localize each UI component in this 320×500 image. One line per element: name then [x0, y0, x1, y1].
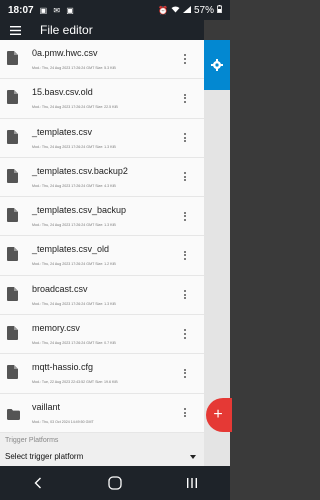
background-header: [204, 20, 230, 40]
more-options-icon[interactable]: [180, 288, 190, 302]
more-options-icon[interactable]: [180, 91, 190, 105]
file-meta: Mod.: Thu, 24 Aug 2023 17:26:24 GMT Size…: [32, 223, 116, 228]
file-item[interactable]: broadcast.csv Mod.: Thu, 24 Aug 2023 17:2…: [0, 276, 204, 316]
hamburger-icon: [9, 25, 21, 35]
status-right: ⏰ 57%: [158, 5, 222, 16]
file-item[interactable]: 15.basv.csv.old Mod.: Thu, 24 Aug 2023 17…: [0, 79, 204, 119]
file-item[interactable]: _templates.csv_old Mod.: Thu, 24 Aug 2023…: [0, 236, 204, 276]
file-icon: [7, 90, 19, 105]
file-icon: [7, 208, 19, 223]
file-meta: Mod.: Thu, 24 Aug 2023 17:26:24 GMT Size…: [32, 144, 116, 149]
status-time: 18:07: [8, 4, 34, 16]
more-options-icon[interactable]: [180, 248, 190, 262]
file-icon: [7, 247, 19, 262]
plus-icon: +: [213, 406, 223, 423]
file-item[interactable]: _templates.csv Mod.: Thu, 24 Aug 2023 17:…: [0, 119, 204, 158]
file-meta: Mod.: Thu, 24 Aug 2023 17:26:24 GMT Size…: [32, 183, 116, 188]
dropdown-arrow-icon[interactable]: [190, 455, 196, 459]
folder-item[interactable]: vaillant Mod.: Thu, 03 Oct 2024 14:49:50 …: [0, 394, 204, 433]
more-options-icon[interactable]: [180, 52, 190, 66]
file-item[interactable]: memory.csv Mod.: Thu, 24 Aug 2023 17:26:2…: [0, 315, 204, 355]
status-bar: 18:07 ▣ ✉ ▣ ⏰ 57%: [0, 0, 230, 20]
signal-icon: [182, 5, 191, 15]
back-chevron-icon: [34, 477, 42, 489]
file-icon: [7, 286, 19, 302]
file-icon: [7, 51, 19, 66]
page-title: File editor: [40, 23, 93, 37]
file-item[interactable]: _templates.csv_backup Mod.: Thu, 24 Aug 2…: [0, 197, 204, 237]
file-meta: Mod.: Thu, 24 Aug 2023 17:26:24 GMT Size…: [32, 301, 116, 306]
file-meta: Mod.: Thu, 24 Aug 2023 17:26:24 GMT Size…: [32, 341, 116, 346]
alarm-icon: ⏰: [158, 5, 168, 15]
menu-button[interactable]: [0, 20, 30, 40]
notification-icons: ▣ ✉ ▣: [39, 5, 76, 15]
file-icon: [7, 129, 19, 145]
app-bar: File editor: [0, 20, 204, 40]
file-item[interactable]: _templates.csv.backup2 Mod.: Thu, 24 Aug …: [0, 158, 204, 198]
trigger-platform-select[interactable]: Select trigger platform: [5, 452, 83, 461]
file-item[interactable]: mqtt-hassio.cfg Mod.: Tue, 22 Aug 2023 22…: [0, 354, 204, 394]
more-options-icon[interactable]: [180, 366, 190, 380]
file-meta: Mod.: Thu, 24 Aug 2023 17:26:24 GMT Size…: [32, 105, 118, 110]
file-name: broadcast.csv: [32, 283, 88, 294]
file-name: memory.csv: [32, 323, 80, 334]
wifi-icon: [171, 6, 180, 15]
settings-button[interactable]: [204, 40, 230, 90]
more-options-icon[interactable]: [180, 170, 190, 184]
battery-level: 57%: [193, 4, 214, 16]
file-name: _templates.csv_old: [32, 244, 110, 255]
folder-icon: [7, 407, 20, 422]
file-item[interactable]: 0a.pmw.hwc.csv Mod.: Thu, 24 Aug 2023 17:…: [0, 40, 204, 80]
file-name: mqtt-hassio.cfg: [32, 362, 94, 373]
file-icon: [7, 326, 19, 341]
file-name: _templates.csv.backup2: [32, 165, 128, 176]
file-meta: Mod.: Thu, 24 Aug 2023 17:26:24 GMT Size…: [32, 66, 116, 70]
more-options-icon[interactable]: [180, 131, 190, 145]
recents-button[interactable]: [182, 473, 202, 493]
add-fab-button[interactable]: +: [206, 398, 232, 432]
trigger-platforms-label: Trigger Platforms: [5, 437, 59, 444]
home-icon: [108, 476, 122, 490]
recents-icon: [186, 478, 197, 488]
background-panel: +: [204, 20, 232, 466]
file-name: vaillant: [32, 401, 61, 412]
file-name: _templates.csv_backup: [32, 205, 127, 216]
file-name: 15.basv.csv.old: [32, 87, 93, 98]
file-icon: [7, 168, 19, 184]
system-nav-bar: [0, 466, 230, 500]
gear-icon: [211, 59, 223, 71]
file-name: 0a.pmw.hwc.csv: [32, 48, 98, 58]
more-options-icon[interactable]: [180, 327, 190, 341]
file-icon: [7, 365, 19, 380]
file-meta: Mod.: Thu, 03 Oct 2024 14:49:50 GMT: [32, 419, 94, 424]
trigger-form: Trigger Platforms Select trigger platfor…: [0, 433, 204, 466]
file-name: _templates.csv: [32, 126, 93, 137]
file-meta: Mod.: Thu, 24 Aug 2023 17:26:24 GMT Size…: [32, 262, 116, 267]
file-meta: Mod.: Tue, 22 Aug 2023 22:43:52 GMT Size…: [32, 380, 118, 385]
more-options-icon[interactable]: [180, 209, 190, 223]
file-list: 0a.pmw.hwc.csv Mod.: Thu, 24 Aug 2023 17:…: [0, 40, 204, 433]
home-button[interactable]: [105, 473, 125, 493]
battery-icon: [217, 5, 222, 15]
more-options-icon[interactable]: [180, 406, 190, 420]
back-button[interactable]: [28, 473, 48, 493]
